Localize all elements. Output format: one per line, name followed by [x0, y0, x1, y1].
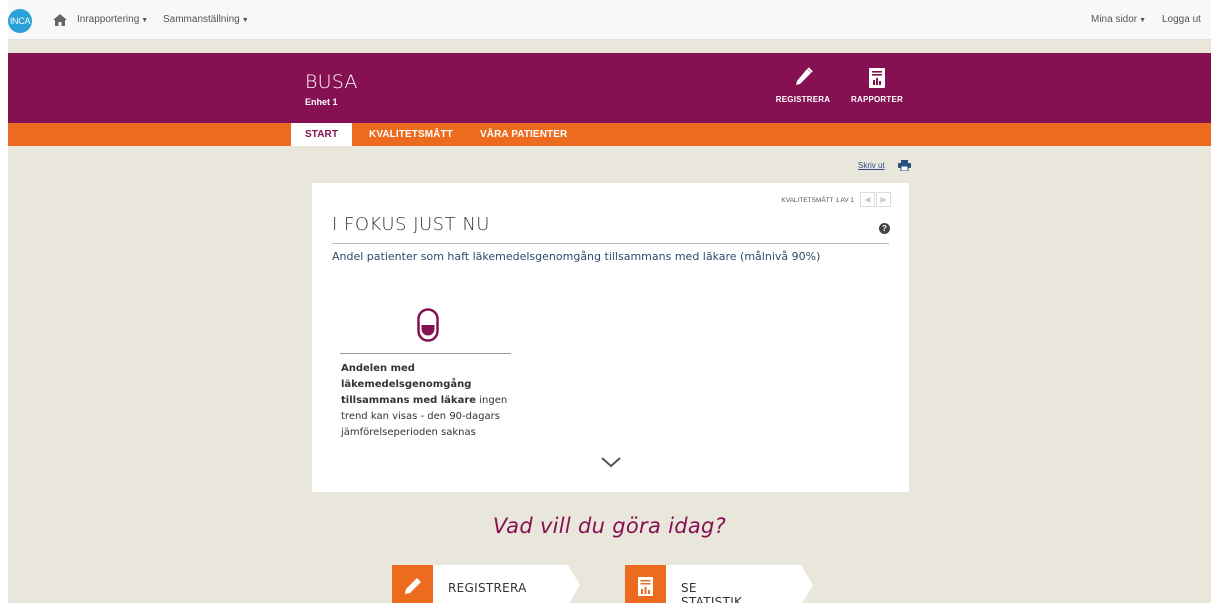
brand-title[interactable]: BUSA	[305, 71, 358, 93]
pencil-icon	[405, 578, 421, 594]
my-pages-menu[interactable]: Mina sidor ▼	[1091, 14, 1146, 25]
indicator-description-bold: Andelen med läkemedelsgenomgång tillsamm…	[341, 363, 477, 406]
statistics-action-label: SE STATISTIK	[681, 581, 743, 603]
printer-icon[interactable]	[898, 160, 911, 171]
top-navbar: INCA Inrapportering ▼ Sammanställning ▼ Mi…	[8, 0, 1211, 40]
page: INCA Inrapportering ▼ Sammanställning ▼ Mi…	[8, 0, 1211, 603]
caret-down-icon: ▼	[241, 17, 249, 24]
caret-down-icon: ▼	[1139, 17, 1147, 24]
summary-menu[interactable]: Sammanställning ▼	[163, 14, 249, 25]
reports-header-button[interactable]: RAPPORTER	[842, 67, 912, 104]
register-action-icon-box	[392, 565, 433, 603]
focus-card: KVALITETSMÅTT 1 AV 1 ◀ ▶ I FOKUS JUST NU…	[312, 183, 909, 492]
arrow-right-icon: ▶	[880, 195, 887, 204]
statistics-action-icon-box	[625, 565, 666, 603]
title-divider	[332, 243, 889, 244]
print-link[interactable]: Skriv ut	[858, 161, 885, 170]
statistics-action-arrow	[801, 565, 813, 603]
logout-link[interactable]: Logga ut	[1162, 14, 1201, 25]
focus-title: I FOKUS JUST NU	[332, 214, 490, 235]
pill-icon	[417, 308, 439, 342]
prev-measure-button[interactable]: ◀	[860, 192, 875, 207]
app-header: BUSA Enhet 1 REGISTRERA RAPPORTER	[8, 53, 1211, 123]
help-icon[interactable]: ?	[879, 223, 890, 234]
inca-logo[interactable]: INCA	[8, 9, 32, 33]
tab-bar: START KVALITETSMÅTT VÅRA PATIENTER	[8, 123, 1211, 146]
my-pages-label: Mina sidor	[1091, 14, 1138, 25]
measure-subtitle: Andel patienter som haft läkemedelsgenom…	[332, 250, 821, 263]
unit-name: Enhet 1	[305, 97, 338, 107]
report-icon	[869, 68, 885, 88]
register-action-label: REGISTRERA	[448, 581, 527, 595]
summary-menu-label: Sammanställning	[163, 14, 240, 25]
tab-start[interactable]: START	[291, 123, 353, 146]
quality-measure-counter: KVALITETSMÅTT 1 AV 1	[781, 197, 854, 204]
register-action-arrow	[568, 565, 580, 603]
arrow-left-icon: ◀	[864, 195, 871, 204]
tab-quality-measures[interactable]: KVALITETSMÅTT	[369, 123, 453, 146]
caret-down-icon: ▼	[141, 17, 149, 24]
register-header-button[interactable]: REGISTRERA	[768, 67, 838, 104]
pencil-icon	[796, 67, 813, 85]
chevron-down-icon[interactable]	[600, 456, 622, 468]
what-to-do-heading: Vad vill du göra idag?	[492, 514, 727, 538]
tab-our-patients[interactable]: VÅRA PATIENTER	[480, 123, 567, 146]
reporting-menu[interactable]: Inrapportering ▼	[77, 14, 148, 25]
register-header-label: REGISTRERA	[775, 95, 831, 104]
next-measure-button[interactable]: ▶	[876, 192, 891, 207]
indicator-description: Andelen med läkemedelsgenomgång tillsamm…	[341, 361, 511, 441]
reporting-menu-label: Inrapportering	[77, 14, 140, 25]
indicator-divider	[340, 353, 511, 354]
reports-header-label: RAPPORTER	[850, 95, 904, 104]
report-icon	[638, 577, 653, 596]
home-icon[interactable]	[52, 13, 68, 27]
